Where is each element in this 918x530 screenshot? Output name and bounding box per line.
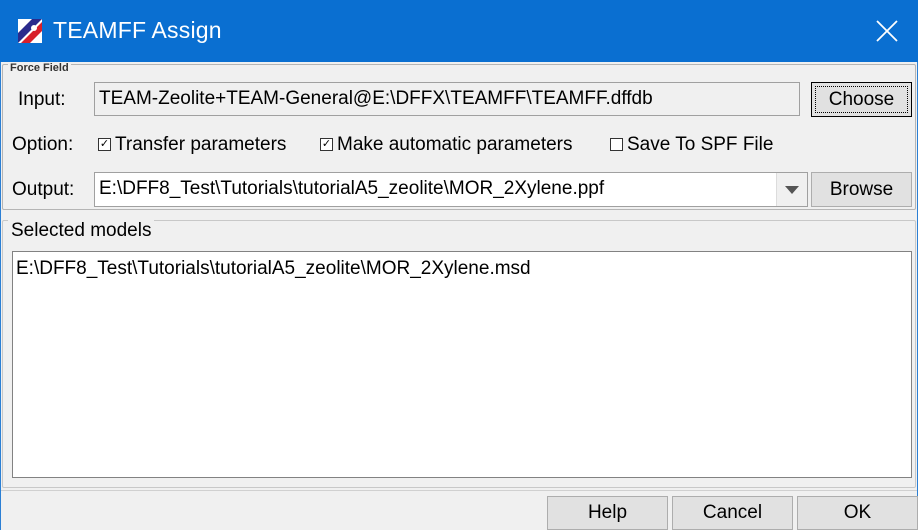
app-icon [18, 19, 42, 43]
window-title: TEAMFF Assign [53, 17, 222, 43]
check-icon: ✓ [321, 138, 332, 150]
input-field[interactable]: TEAM-Zeolite+TEAM-General@E:\DFFX\TEAMFF… [94, 82, 800, 116]
list-item[interactable]: E:\DFF8_Test\Tutorials\tutorialA5_zeolit… [16, 258, 908, 280]
option-label: Option: [12, 134, 74, 155]
cancel-button[interactable]: Cancel [672, 496, 793, 530]
divider [1, 490, 917, 491]
transfer-parameters-checkbox[interactable]: ✓ [98, 138, 111, 151]
choose-button-label: Choose [815, 86, 908, 113]
check-icon: ✓ [99, 138, 110, 150]
help-button[interactable]: Help [547, 496, 668, 530]
close-icon [876, 20, 898, 42]
output-dropdown-button[interactable] [776, 173, 807, 206]
chevron-down-icon [785, 185, 799, 194]
input-label: Input: [18, 89, 66, 110]
title-bar[interactable]: TEAMFF Assign [0, 0, 918, 62]
force-field-legend: Force Field [8, 62, 71, 74]
make-automatic-parameters-label[interactable]: Make automatic parameters [337, 134, 573, 156]
save-to-spf-file-checkbox[interactable] [610, 138, 623, 151]
choose-button[interactable]: Choose [811, 82, 912, 117]
make-automatic-parameters-checkbox[interactable]: ✓ [320, 138, 333, 151]
selected-models-list[interactable]: E:\DFF8_Test\Tutorials\tutorialA5_zeolit… [12, 251, 912, 478]
browse-button[interactable]: Browse [811, 172, 912, 207]
selected-models-legend: Selected models [8, 220, 155, 242]
close-button[interactable] [856, 0, 918, 62]
output-label: Output: [12, 179, 75, 200]
save-to-spf-file-label[interactable]: Save To SPF File [627, 134, 773, 156]
transfer-parameters-label[interactable]: Transfer parameters [115, 134, 286, 156]
ok-button[interactable]: OK [797, 496, 918, 530]
output-combobox[interactable]: E:\DFF8_Test\Tutorials\tutorialA5_zeolit… [94, 172, 808, 207]
